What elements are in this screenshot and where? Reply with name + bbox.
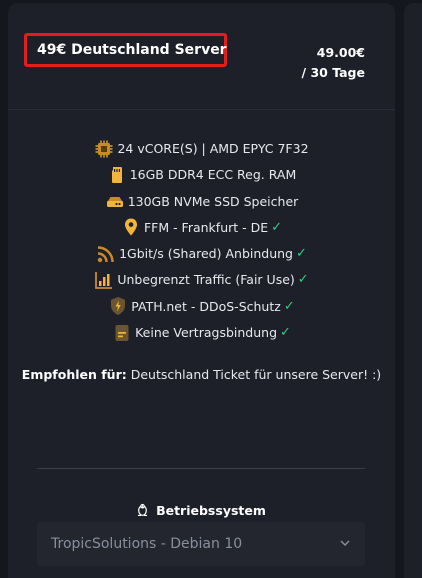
page: 49€ Deutschland Server 49.00€ / 30 Tage (0, 0, 422, 578)
cpu-icon (95, 140, 113, 157)
feature-text: Unbegrenzt Traffic (Fair Use) (117, 272, 295, 288)
feature-text: FFM - Frankfurt - DE (143, 219, 269, 235)
price-value: 49.00€ (316, 45, 365, 60)
os-select[interactable]: TropicSolutions - Debian 10 (37, 522, 365, 566)
tux-icon (137, 503, 152, 518)
feature-text: 16GB DDR4 ECC Reg. RAM (129, 167, 297, 183)
feature-text: PATH.net - DDoS-Schutz (131, 298, 281, 314)
price-period: / 30 Tage (301, 65, 365, 80)
feature-ram: 16GB DDR4 ECC Reg. RAM (8, 162, 395, 187)
check-icon: ✓ (283, 298, 295, 314)
feature-text: Keine Vertragsbindung (135, 325, 278, 341)
feature-text: 24 vCORE(S) | AMD EPYC 7F32 (117, 141, 309, 156)
os-label-text: Betriebssystem (156, 503, 266, 518)
chevron-down-icon (340, 540, 350, 547)
feature-text: 130GB NVMe SSD Speicher (127, 193, 299, 209)
rss-icon (97, 245, 114, 262)
recommendation: Empfohlen für: Deutschland Ticket für un… (8, 365, 395, 385)
recommend-label: Empfohlen für: (21, 367, 127, 382)
traffic-chart-icon (95, 271, 113, 289)
os-label: Betriebssystem (8, 503, 395, 518)
check-icon: ✓ (297, 272, 309, 288)
next-card-edge (404, 3, 422, 578)
shield-icon (111, 297, 126, 316)
recommend-text: Deutschland Ticket für unsere Server! :) (130, 367, 382, 382)
document-icon (115, 324, 129, 341)
feature-ddos: PATH.net - DDoS-Schutz ✓ (8, 294, 395, 319)
ssd-icon (106, 197, 123, 208)
feature-list: 24 vCORE(S) | AMD EPYC 7F32 16GB DDR4 EC… (8, 136, 395, 346)
feature-bandwidth: 1Gbit/s (Shared) Anbindung ✓ (8, 241, 395, 266)
feature-traffic: Unbegrenzt Traffic (Fair Use) ✓ (8, 267, 395, 292)
feature-cpu: 24 vCORE(S) | AMD EPYC 7F32 (8, 136, 395, 161)
check-icon: ✓ (271, 219, 283, 235)
price-block: 49.00€ / 30 Tage (302, 43, 365, 83)
product-title: 49€ Deutschland Server (37, 42, 227, 58)
ram-icon (111, 166, 122, 183)
card-header: 49€ Deutschland Server 49.00€ / 30 Tage (8, 3, 395, 110)
feature-ssd: 130GB NVMe SSD Speicher (8, 189, 395, 214)
divider (37, 468, 365, 469)
feature-contract: Keine Vertragsbindung ✓ (8, 320, 395, 345)
os-selected-value: TropicSolutions - Debian 10 (51, 536, 243, 552)
check-icon: ✓ (280, 325, 291, 341)
title-highlight-box: 49€ Deutschland Server (24, 33, 227, 67)
feature-location: FFM - Frankfurt - DE ✓ (8, 215, 395, 240)
check-icon: ✓ (296, 246, 307, 262)
feature-text: 1Gbit/s (Shared) Anbindung (119, 246, 293, 262)
location-pin-icon (124, 218, 137, 236)
server-card: 49€ Deutschland Server 49.00€ / 30 Tage (8, 3, 395, 578)
